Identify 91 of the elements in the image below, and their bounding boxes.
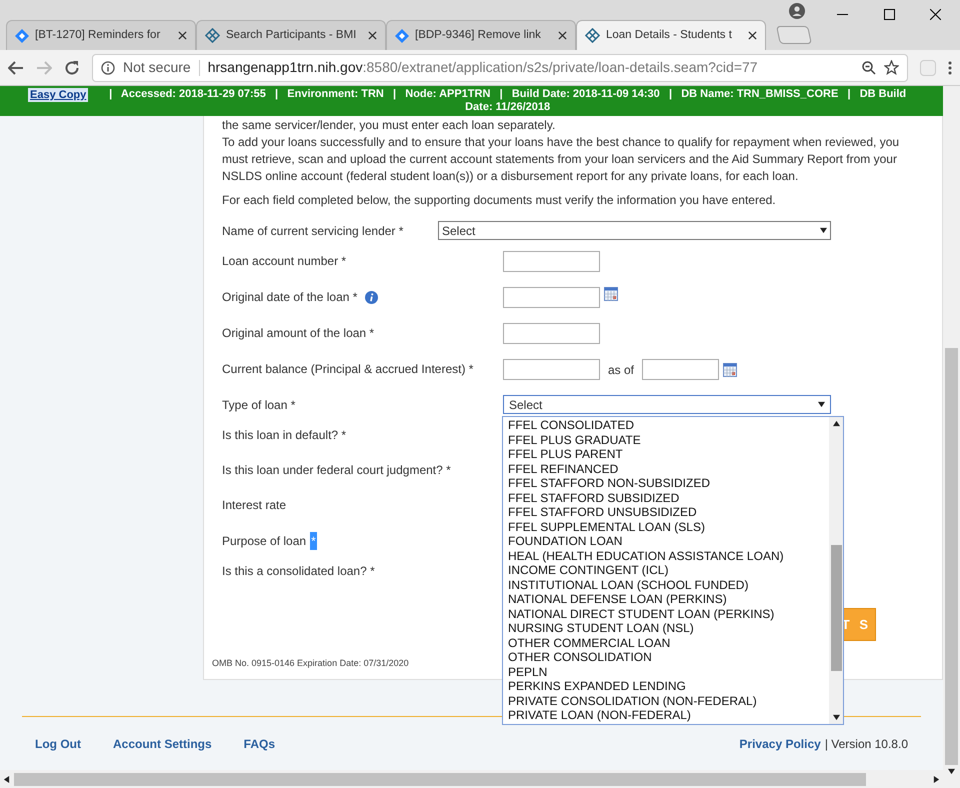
field-label: Is this loan in default? *: [222, 427, 346, 444]
dropdown-option[interactable]: FFEL STAFFORD UNSUBSIDIZED: [508, 505, 829, 520]
emblem-icon: [585, 28, 600, 43]
diamond-icon: [15, 28, 29, 42]
dropdown-option[interactable]: FFEL SUPPLEMENTAL LOAN (SLS): [508, 520, 829, 534]
browser-tab[interactable]: [BT-1270] Reminders for: [6, 20, 196, 50]
as-of-label: as of: [608, 362, 634, 378]
footer-link[interactable]: FAQs: [244, 735, 275, 753]
dropdown-option[interactable]: FFEL REFINANCED: [508, 462, 829, 476]
lender-select[interactable]: Select: [438, 221, 831, 240]
field-label: Original amount of the loan *: [222, 325, 374, 342]
dropdown-option[interactable]: FFEL CONSOLIDATED: [508, 418, 829, 432]
dropdown-option[interactable]: PERKINS EXPANDED LENDING: [508, 679, 829, 694]
field-label: Is this loan under federal court judgment? *: [222, 462, 451, 479]
tab-title: Loan Details - Students t: [606, 28, 732, 43]
address-field[interactable]: Not secure hrsangenapp1trn.nih.gov:8580/extranet/application/s2s/private/loan-details.seam?cid=77: [92, 54, 908, 82]
field-label: Current balance (Principal & accrued Interest) *: [222, 361, 474, 378]
back-icon[interactable]: [8, 60, 24, 74]
scrollbar[interactable]: [829, 417, 843, 724]
dropdown-option[interactable]: OTHER CONSOLIDATION: [508, 650, 829, 664]
text-field[interactable]: [503, 323, 600, 344]
privacy-policy-link[interactable]: Privacy Policy: [739, 735, 821, 753]
tab-title: [BT-1270] Reminders for: [35, 28, 160, 43]
close-icon[interactable]: [368, 31, 378, 40]
reload-icon[interactable]: [64, 60, 80, 76]
version-text: | Version 10.8.0: [824, 736, 908, 753]
info-icon[interactable]: [365, 290, 378, 304]
browser-tab[interactable]: [BDP-9346] Remove link: [386, 20, 576, 50]
scroll-down-icon: [948, 768, 955, 775]
close-icon[interactable]: [178, 31, 187, 40]
dropdown-option[interactable]: INSTITUTIONAL LOAN (SCHOOL FUNDED): [508, 578, 829, 592]
loan-type-select[interactable]: Select: [503, 395, 831, 414]
dropdown-option[interactable]: PRIVATE LOAN (NON-FEDERAL): [508, 708, 829, 722]
scroll-right-icon: [933, 776, 940, 782]
intro-text: For each field completed below, the supporting documents must verify the information you have entered.: [222, 192, 777, 209]
zoom-icon[interactable]: [862, 60, 876, 74]
dropdown-option[interactable]: OTHER COMMERCIAL LOAN: [508, 636, 829, 650]
maximize-icon[interactable]: [884, 9, 895, 20]
dropdown-option[interactable]: FFEL STAFFORD NON-SUBSIDIZED: [508, 476, 829, 490]
close-icon[interactable]: [558, 31, 567, 40]
dropdown-option[interactable]: FFEL PLUS GRADUATE: [508, 432, 829, 447]
field-label: Is this a consolidated loan? *: [222, 563, 375, 580]
info-icon[interactable]: [101, 60, 115, 74]
caret-icon: [820, 227, 827, 234]
environment-info: | Accessed: 2018-11-29 07:55 | Environment: TRN | Node: APP1TRN | Build Date: 2018-11-09 14:30 | DB Name: TRN_BMISS_CORE | DB Build Date: 11/26/2018: [108, 88, 908, 115]
text-field[interactable]: [642, 359, 720, 380]
star-icon[interactable]: [884, 60, 899, 75]
intro-text: To add your loans successfully and to ensure that your loans have the best chance to qualify for repayment when reviewed, you must retrieve, scan and upload the current account statements from your loan servicers and the Aid Summary Report from your NSLDS online account (federal student loan(s)) or a disbursement report for any private loans, for each loan.: [222, 134, 900, 185]
field-label: Interest rate: [222, 497, 286, 514]
close-icon[interactable]: [748, 31, 757, 40]
dropdown-option[interactable]: NATIONAL DIRECT STUDENT LOAN (PERKINS): [508, 606, 829, 621]
field-label: Original date of the loan *: [222, 288, 378, 306]
close-icon[interactable]: [930, 9, 941, 20]
minimize-icon[interactable]: [837, 14, 848, 16]
dropdown-option[interactable]: FFEL STAFFORD SUBSIDIZED: [508, 490, 829, 505]
omb-note: OMB No. 0915-0146 Expiration Date: 07/31/2020: [212, 657, 409, 670]
dropdown-option[interactable]: PEPLN: [508, 664, 829, 679]
dropdown-option[interactable]: FOUNDATION LOAN: [508, 534, 829, 548]
dropdown-option[interactable]: NURSING STUDENT LOAN (NSL): [508, 621, 829, 636]
text-field[interactable]: [503, 287, 600, 308]
dropdown-option[interactable]: FFEL PLUS PARENT: [508, 447, 829, 462]
dropdown-option[interactable]: HEAL (HEALTH EDUCATION ASSISTANCE LOAN): [508, 548, 829, 563]
field-label: Name of current servicing lender *: [222, 223, 404, 240]
footer-link[interactable]: Log Out: [35, 735, 81, 753]
scroll-left-icon: [3, 776, 10, 782]
browser-tab[interactable]: Loan Details - Students t: [576, 20, 766, 50]
easy-copy-link[interactable]: Easy Copy: [28, 88, 88, 102]
field-label: Type of loan *: [222, 397, 296, 414]
intro-text: the same servicer/lender, you must enter each loan separately.: [222, 117, 556, 133]
security-label: Not secure: [123, 58, 191, 77]
menu-icon[interactable]: [948, 60, 952, 74]
dropdown-option[interactable]: NATIONAL DEFENSE LOAN (PERKINS): [508, 592, 829, 606]
tab-title: [BDP-9346] Remove link: [415, 28, 541, 43]
diamond-icon: [395, 28, 409, 42]
field-label: Loan account number *: [222, 253, 346, 270]
calendar-icon[interactable]: [723, 362, 738, 376]
url-text: hrsangenapp1trn.nih.gov:8580/extranet/application/s2s/private/loan-details.seam?cid=77: [208, 58, 758, 77]
scroll-up-icon: [832, 420, 840, 427]
footer-link[interactable]: Account Settings: [112, 735, 212, 753]
field-label: Purpose of loan *: [222, 532, 317, 550]
calendar-icon[interactable]: [604, 287, 618, 301]
dropdown-option[interactable]: PRIVATE CONSOLIDATION (NON-FEDERAL): [508, 694, 829, 708]
browser-tab[interactable]: Search Participants - BMI: [196, 20, 386, 50]
profile-icon[interactable]: [789, 3, 805, 19]
tab-title: Search Participants - BMI: [226, 28, 356, 43]
emblem-icon: [205, 28, 220, 43]
caret-icon: [818, 401, 825, 408]
dropdown-option[interactable]: INCOME CONTINGENT (ICL): [508, 563, 829, 578]
text-field[interactable]: [503, 251, 600, 272]
text-field[interactable]: [503, 359, 600, 380]
scroll-down-icon: [832, 714, 840, 721]
